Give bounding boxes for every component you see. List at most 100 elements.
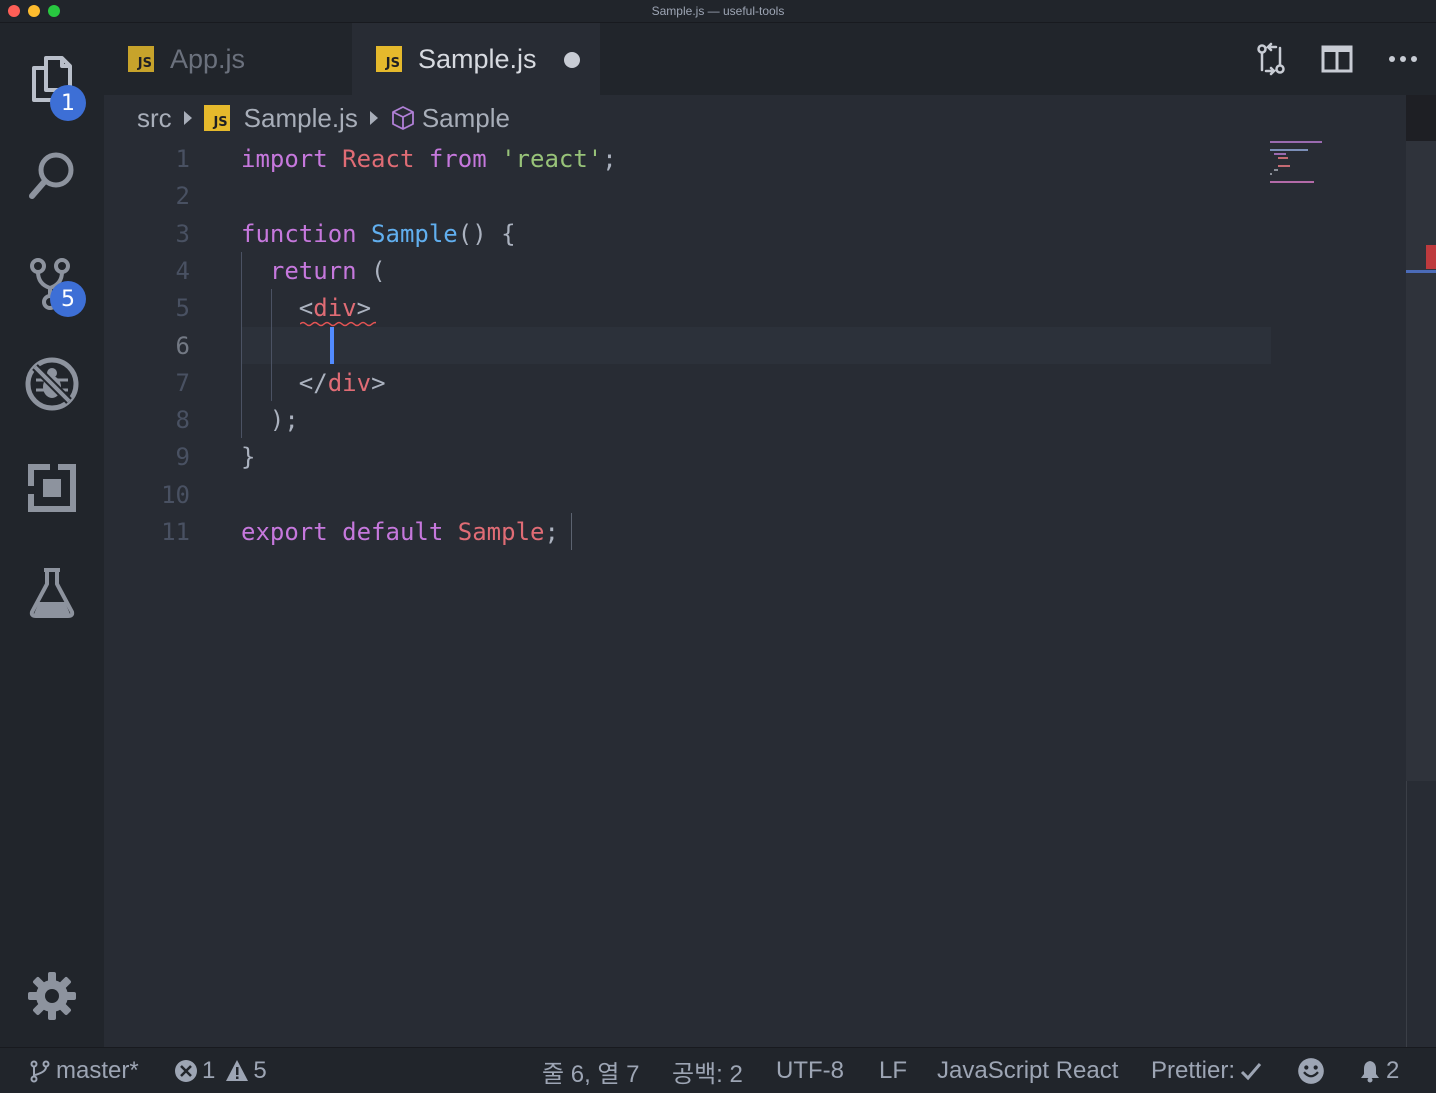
minimap-line [1274, 153, 1286, 155]
indent-guide [271, 289, 272, 401]
warning-icon [226, 1060, 249, 1081]
notifications-button[interactable]: 2 [1358, 1048, 1399, 1093]
minimap-line [1270, 173, 1272, 175]
code-line[interactable]: function Sample() { [241, 216, 516, 253]
split-editor-button[interactable] [1304, 23, 1370, 95]
warning-count: 5 [253, 1057, 267, 1084]
code-line[interactable]: import React from 'react'; [241, 141, 617, 178]
chevron-right-icon [369, 111, 378, 125]
eol-status[interactable]: LF [879, 1048, 907, 1093]
code-line[interactable]: } [241, 439, 255, 476]
code-token: < [241, 294, 314, 323]
code-token: function [241, 219, 357, 248]
check-icon [1240, 1063, 1262, 1081]
line-number[interactable]: 6 [104, 328, 214, 365]
javascript-file-icon: JS [128, 46, 154, 72]
scrollbar-error-marker [1426, 245, 1436, 269]
code-line[interactable]: return ( [241, 253, 386, 290]
tab-app-js[interactable]: JS App.js [104, 23, 352, 95]
cursor-position-status[interactable]: 줄 6, 열 7 [542, 1048, 640, 1093]
breadcrumb-folder[interactable]: src [137, 103, 172, 134]
smiley-icon [1298, 1058, 1324, 1084]
line-number[interactable]: 1 [104, 141, 214, 178]
javascript-file-icon: JS [203, 105, 230, 131]
selection-end-marker [568, 513, 572, 550]
unsaved-dot-icon[interactable] [564, 52, 580, 68]
extensions-button[interactable] [0, 443, 104, 533]
settings-button[interactable] [0, 951, 104, 1041]
breadcrumb-file[interactable]: Sample.js [244, 103, 358, 134]
code-token: ); [241, 406, 299, 435]
tab-bar: JS App.js JS Sample.js [104, 23, 1436, 95]
line-number[interactable]: 3 [104, 216, 214, 253]
source-control-button[interactable]: 5 [0, 239, 104, 329]
line-number[interactable]: 5 [104, 290, 214, 327]
minimap-line [1270, 141, 1322, 143]
code-editor[interactable]: 1 2 3 4 5 6 7 8 9 10 11 import React from 'react';… [104, 141, 1436, 1047]
branch-name: master* [56, 1057, 139, 1084]
code-line[interactable]: ); [241, 402, 299, 439]
code-token: Sample [457, 518, 545, 546]
chevron-right-icon [183, 111, 192, 125]
minimap-line [1270, 149, 1308, 151]
feedback-button[interactable] [1297, 1048, 1329, 1093]
debug-button[interactable] [0, 339, 104, 429]
tab-label: Sample.js [418, 43, 537, 74]
notification-count: 2 [1386, 1057, 1400, 1084]
tab-sample-js[interactable]: JS Sample.js [352, 23, 600, 95]
code-line[interactable]: </div> [241, 365, 386, 402]
problems-status[interactable]: 1 5 [174, 1048, 267, 1093]
line-number[interactable]: 8 [104, 402, 214, 439]
explorer-button[interactable]: 1 [0, 33, 104, 123]
flask-icon [29, 568, 75, 618]
prettier-status[interactable]: Prettier: [1151, 1048, 1267, 1093]
compare-changes-icon [1257, 42, 1285, 76]
open-changes-button[interactable] [1238, 23, 1304, 95]
code-token: export [241, 518, 328, 546]
code-token: > [371, 368, 386, 397]
breadcrumb-symbol[interactable]: Sample [422, 103, 510, 134]
code-token: > [356, 294, 372, 323]
line-number[interactable]: 10 [104, 477, 214, 514]
code-token: import [241, 145, 328, 173]
line-number[interactable]: 11 [104, 514, 214, 551]
current-line-highlight [241, 327, 1271, 364]
minimap-line [1274, 169, 1278, 171]
code-token: ; [602, 145, 617, 173]
minimap-line [1278, 165, 1290, 167]
test-button[interactable] [0, 547, 104, 637]
minimap[interactable] [1268, 141, 1368, 201]
code-token: </ [241, 368, 328, 397]
search-icon [29, 152, 74, 199]
explorer-badge: 1 [50, 85, 86, 121]
prettier-label: Prettier: [1151, 1057, 1236, 1084]
error-count: 1 [202, 1057, 216, 1084]
line-number[interactable]: 7 [104, 365, 214, 402]
line-number[interactable]: 4 [104, 253, 214, 290]
branch-status[interactable]: master* [28, 1048, 139, 1093]
scrollbar-thumb[interactable] [1406, 141, 1436, 781]
code-line[interactable]: export default Sample; [241, 514, 559, 551]
javascript-file-icon: JS [376, 46, 402, 72]
debug-icon [25, 357, 79, 411]
tab-label: App.js [170, 43, 246, 74]
encoding-status[interactable]: UTF-8 [776, 1048, 844, 1093]
gear-icon [28, 972, 76, 1020]
line-number[interactable]: 9 [104, 439, 214, 476]
more-actions-button[interactable] [1370, 23, 1436, 95]
language-mode-status[interactable]: JavaScript React [937, 1048, 1118, 1093]
indentation-status[interactable]: 공백: 2 [672, 1048, 743, 1093]
line-number[interactable]: 2 [104, 178, 214, 215]
search-button[interactable] [0, 131, 104, 221]
git-branch-icon [30, 1060, 50, 1083]
bell-icon [1361, 1061, 1379, 1083]
split-editor-icon [1321, 45, 1353, 73]
title-bar: Sample.js — useful-tools [0, 0, 1436, 23]
code-token: ; [544, 518, 559, 546]
